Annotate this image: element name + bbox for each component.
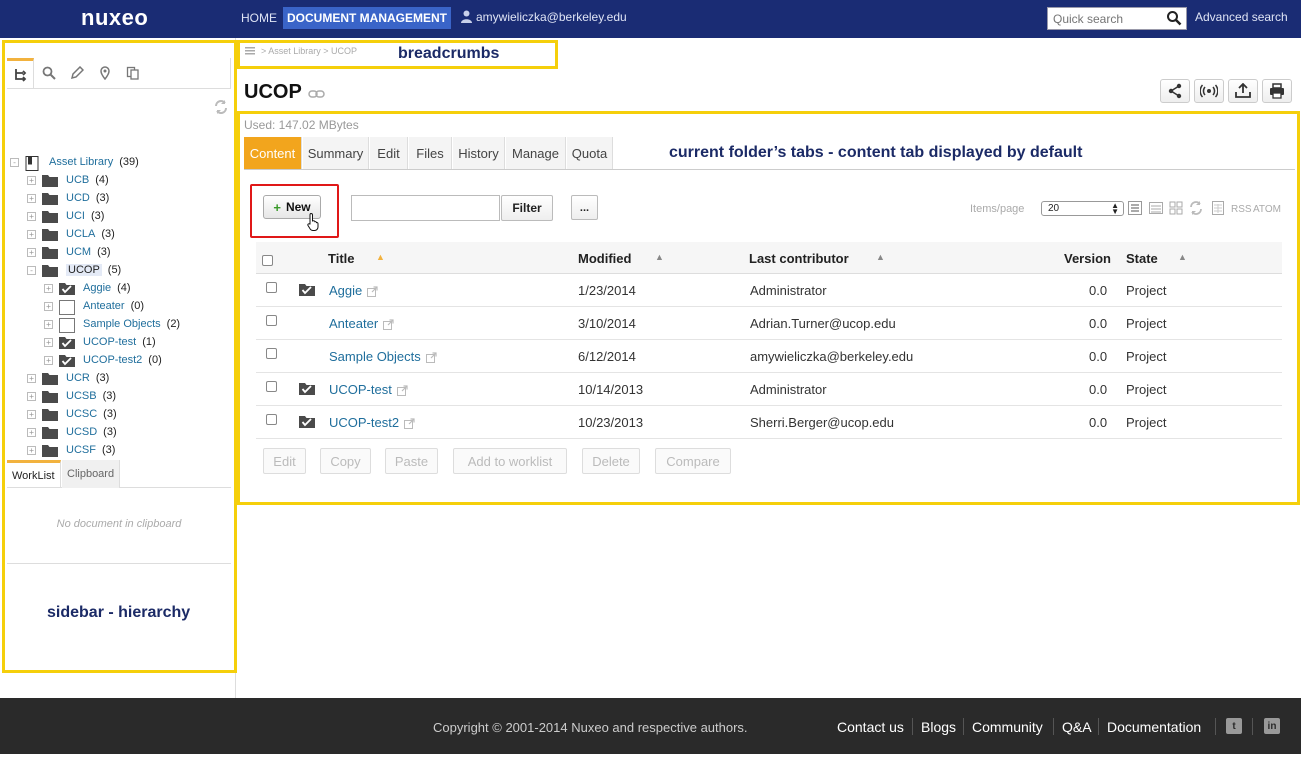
footer-link-qa[interactable]: Q&A <box>1062 719 1092 735</box>
user-name: amywieliczka@berkeley.edu <box>476 10 627 24</box>
footer-link-blogs[interactable]: Blogs <box>921 719 956 735</box>
share-button[interactable] <box>1160 79 1190 103</box>
tabs-annotation: current folder’s tabs - content tab disp… <box>669 144 1083 161</box>
new-button-highlight <box>250 184 339 238</box>
tabs-annotation-box <box>237 111 1300 505</box>
user-menu[interactable]: amywieliczka@berkeley.edu <box>461 10 627 24</box>
divider <box>1215 718 1216 735</box>
footer-link-documentation[interactable]: Documentation <box>1107 719 1201 735</box>
subscribe-button[interactable] <box>1194 79 1224 103</box>
divider <box>1098 718 1099 735</box>
link-icon[interactable] <box>308 89 325 99</box>
copyright: Copyright © 2001-2014 Nuxeo and respecti… <box>433 720 748 735</box>
share-icon <box>1168 83 1182 99</box>
twitter-icon[interactable]: t <box>1226 718 1242 734</box>
divider <box>1252 718 1253 735</box>
hand-cursor-icon <box>307 212 319 231</box>
breadcrumbs-annotation: breadcrumbs <box>398 45 500 62</box>
export-icon <box>1235 83 1251 98</box>
divider <box>1053 718 1054 735</box>
divider <box>963 718 964 735</box>
subscribe-icon <box>1200 84 1218 98</box>
quick-search-input[interactable] <box>1048 8 1160 29</box>
quick-search-box <box>1047 7 1187 30</box>
sidebar-annotation: sidebar - hierarchy <box>47 604 191 621</box>
nav-document-management-link[interactable]: DOCUMENT MANAGEMENT <box>283 7 451 29</box>
footer-link-contact[interactable]: Contact us <box>837 719 904 735</box>
footer-link-community[interactable]: Community <box>972 719 1043 735</box>
print-icon <box>1270 83 1284 99</box>
nuxeo-logo[interactable]: nuxeo <box>81 5 148 31</box>
nav-home-link[interactable]: HOME <box>241 11 277 25</box>
export-button[interactable] <box>1228 79 1258 103</box>
sidebar-annotation-box <box>2 40 237 673</box>
divider <box>912 718 913 735</box>
top-bar: nuxeo HOME DOCUMENT MANAGEMENT amywielic… <box>0 0 1301 38</box>
search-icon[interactable] <box>1166 10 1182 26</box>
print-button[interactable] <box>1262 79 1292 103</box>
footer: Copyright © 2001-2014 Nuxeo and respecti… <box>0 698 1301 754</box>
advanced-search-link[interactable]: Advanced search <box>1195 10 1288 24</box>
user-icon <box>461 10 472 23</box>
page-title: UCOP <box>244 81 302 103</box>
linkedin-icon[interactable]: in <box>1264 718 1280 734</box>
